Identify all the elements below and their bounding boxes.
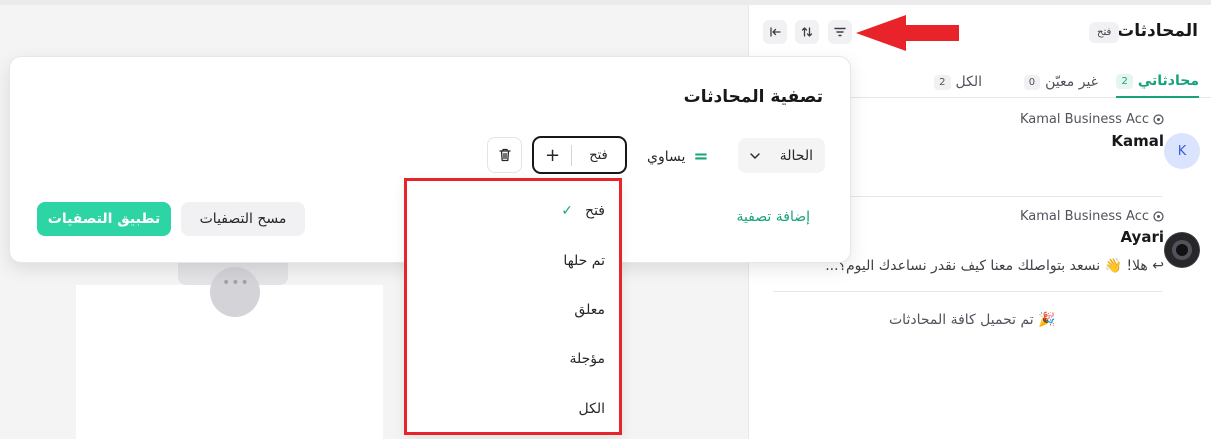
operator-label: يساوي xyxy=(647,148,686,165)
apply-filters-button[interactable]: تطبيق التصفيات xyxy=(37,202,171,236)
option-resolved[interactable]: تم حلها xyxy=(563,253,605,269)
divider xyxy=(773,291,1162,292)
contact-name: Kamal xyxy=(1111,132,1164,150)
inbox-name: Kamal Business Acc xyxy=(1019,209,1149,224)
equals-icon: = xyxy=(693,146,709,167)
status-pill[interactable]: فتح xyxy=(1089,22,1120,43)
sort-icon xyxy=(801,27,813,37)
clear-filters-button[interactable]: مسح التصفيات xyxy=(181,202,305,236)
tab-count: 2 xyxy=(934,74,951,90)
option-snoozed[interactable]: مؤجلة xyxy=(569,351,605,367)
filter-icon xyxy=(834,27,846,37)
attribute-select[interactable]: الحالة xyxy=(738,138,825,173)
annotation-arrow-icon xyxy=(856,15,959,51)
tab-unassigned[interactable]: 0 غير معيّن xyxy=(1023,66,1098,98)
option-label: الكل xyxy=(578,401,606,417)
option-open[interactable]: فتح ✓ xyxy=(561,203,605,219)
all-loaded-note: 🎉 تم تحميل كافة المحادثات xyxy=(889,312,1056,328)
whatsapp-icon xyxy=(1153,114,1164,125)
inbox-label: Kamal Business Acc xyxy=(1020,112,1164,127)
collapse-button[interactable] xyxy=(763,20,787,44)
avatar-image-icon xyxy=(1165,233,1199,267)
inbox-label: Kamal Business Acc xyxy=(1020,209,1164,224)
avatar: K xyxy=(1164,133,1200,169)
attribute-label: الحالة xyxy=(779,147,813,164)
tab-label: محادثاتي xyxy=(1137,73,1199,89)
tab-all[interactable]: 2 الكل xyxy=(934,66,982,98)
option-pending[interactable]: معلق xyxy=(574,302,605,318)
filter-button[interactable] xyxy=(828,20,852,44)
tab-count: 2 xyxy=(1116,73,1133,89)
filter-title: تصفية المحادثات xyxy=(683,87,823,107)
whatsapp-icon xyxy=(1153,211,1164,222)
add-filter-link[interactable]: إضافة تصفية xyxy=(736,209,810,225)
tab-mine[interactable]: 2 محادثاتي xyxy=(1116,66,1199,98)
tab-count: 0 xyxy=(1023,74,1041,90)
trash-icon xyxy=(498,148,511,162)
tab-label: غير معيّن xyxy=(1045,74,1098,90)
option-label: فتح xyxy=(585,203,605,219)
status-options-dropdown: فتح ✓ تم حلها معلق مؤجلة الكل xyxy=(404,178,622,435)
delete-filter-button[interactable] xyxy=(487,137,522,173)
option-label: معلق xyxy=(574,302,605,318)
tab-label: الكل xyxy=(955,74,983,90)
reply-icon: ↩ xyxy=(1152,258,1164,274)
operator-select[interactable]: يساوي = xyxy=(647,146,708,167)
value-multiselect[interactable]: + فتح xyxy=(532,136,627,174)
contact-name: Ayari xyxy=(1120,228,1164,246)
collapse-icon xyxy=(770,27,781,37)
more-icon: ••• xyxy=(222,275,250,291)
value-tag: فتح xyxy=(589,147,608,163)
option-label: تم حلها xyxy=(563,253,605,269)
plus-icon[interactable]: + xyxy=(534,144,572,166)
chevron-down-icon xyxy=(750,152,760,159)
option-all[interactable]: الكل xyxy=(579,401,606,417)
sort-button[interactable] xyxy=(795,20,819,44)
option-label: مؤجلة xyxy=(569,351,605,367)
avatar xyxy=(1164,232,1200,268)
inbox-name: Kamal Business Acc xyxy=(1019,112,1149,127)
last-message-text: هلا! 👋 نسعد بتواصلك معنا كيف نقدر نساعدك… xyxy=(825,258,1148,274)
sidebar-title: المحادثات xyxy=(1117,21,1198,41)
check-icon: ✓ xyxy=(561,203,574,219)
